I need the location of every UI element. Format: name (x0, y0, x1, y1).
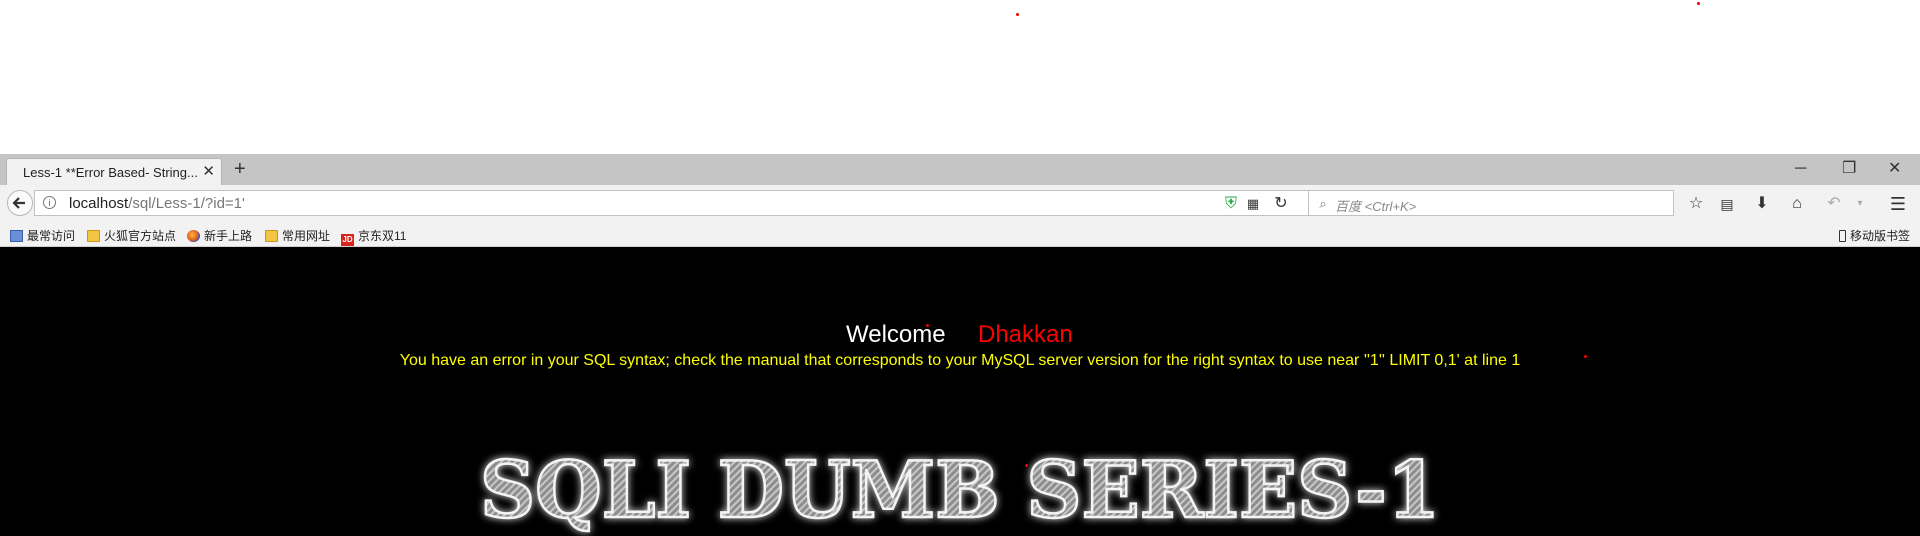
bookmark-label: 最常访问 (27, 229, 76, 243)
jd-icon: JD (341, 234, 354, 246)
folder-icon (87, 230, 100, 242)
star-icon[interactable]: ☆ (1686, 194, 1706, 214)
bookmark-label: 新手上路 (204, 229, 253, 243)
back-button[interactable] (7, 190, 33, 216)
dot-marker (1016, 13, 1019, 16)
dot-marker (926, 324, 929, 327)
bookmark-mobile[interactable]: 移动版书签 (1839, 227, 1910, 244)
dot-marker (1697, 2, 1700, 5)
bookmarks-bar: 最常访问 火狐官方站点 新手上路 常用网址 JD 京东双11 移动版书签 (0, 223, 1920, 247)
info-icon[interactable]: i (43, 196, 56, 209)
dot-marker (1025, 464, 1028, 467)
download-icon[interactable]: ⬇ (1752, 194, 1772, 214)
back-arrow-icon (12, 197, 25, 209)
close-icon[interactable]: ✕ (202, 163, 215, 180)
shield-icon[interactable]: ⛨ (1221, 194, 1241, 214)
url-path: /sql/Less-1/?id=1' (128, 195, 245, 212)
tab-strip: Less-1 **Error Based- String... ✕ + ─ ❐ … (0, 154, 1920, 185)
mobile-icon (1839, 230, 1846, 242)
menu-icon[interactable]: ☰ (1888, 194, 1908, 214)
tab-active[interactable]: Less-1 **Error Based- String... ✕ (6, 158, 222, 185)
search-icon: ⌕ (1319, 196, 1327, 211)
window-close-icon[interactable]: ✕ (1888, 160, 1901, 178)
address-bar[interactable]: i localhost/sql/Less-1/?id=1' ⛨ ▦ ↻ (34, 190, 1310, 216)
reading-list-icon[interactable]: ▤ (1717, 194, 1737, 214)
most-visited-icon (10, 230, 23, 242)
home-icon[interactable]: ⌂ (1787, 194, 1807, 214)
sql-error-message: You have an error in your SQL syntax; ch… (399, 352, 1521, 369)
chevron-down-icon[interactable]: ▾ (1850, 194, 1870, 214)
blank-area (0, 0, 1920, 154)
bookmark-label: 火狐官方站点 (104, 229, 177, 243)
url-text[interactable]: localhost/sql/Less-1/?id=1' (69, 195, 245, 212)
qr-code-icon[interactable]: ▦ (1243, 194, 1263, 214)
bookmark-label: 移动版书签 (1850, 229, 1911, 243)
folder-icon (265, 230, 278, 242)
undo-icon[interactable]: ↶ (1824, 194, 1844, 214)
search-box[interactable]: ⌕ 百度 <Ctrl+K> (1308, 190, 1674, 216)
bookmark-getting-started[interactable]: 新手上路 (187, 227, 252, 244)
dot-marker (1584, 355, 1587, 358)
firefox-icon (187, 230, 200, 242)
bookmark-label: 常用网址 (282, 229, 331, 243)
navigation-bar: i localhost/sql/Less-1/?id=1' ⛨ ▦ ↻ ⌕ 百度… (0, 185, 1920, 223)
banner-text: SQLI DUMB SERIES-1 (480, 445, 1440, 536)
minimize-icon[interactable]: ─ (1795, 160, 1806, 178)
bookmark-label: 京东双11 (358, 229, 407, 243)
bookmark-common-sites[interactable]: 常用网址 (265, 227, 330, 244)
restore-icon[interactable]: ❐ (1842, 160, 1856, 178)
welcome-text: Welcome (846, 321, 946, 348)
bookmark-firefox-site[interactable]: 火狐官方站点 (87, 227, 176, 244)
bookmark-jd[interactable]: JD 京东双11 (341, 227, 406, 246)
search-placeholder: 百度 <Ctrl+K> (1335, 199, 1417, 214)
username-text: Dhakkan (978, 321, 1073, 348)
url-host: localhost (69, 195, 129, 212)
bookmark-most-visited[interactable]: 最常访问 (10, 227, 75, 244)
series-banner-image: SQLI DUMB SERIES-1 (479, 444, 1442, 536)
reload-icon[interactable]: ↻ (1271, 194, 1291, 214)
tab-title: Less-1 **Error Based- String... (23, 165, 198, 180)
page-content: Welcome Dhakkan You have an error in you… (0, 247, 1920, 536)
new-tab-button[interactable]: + (234, 159, 246, 179)
